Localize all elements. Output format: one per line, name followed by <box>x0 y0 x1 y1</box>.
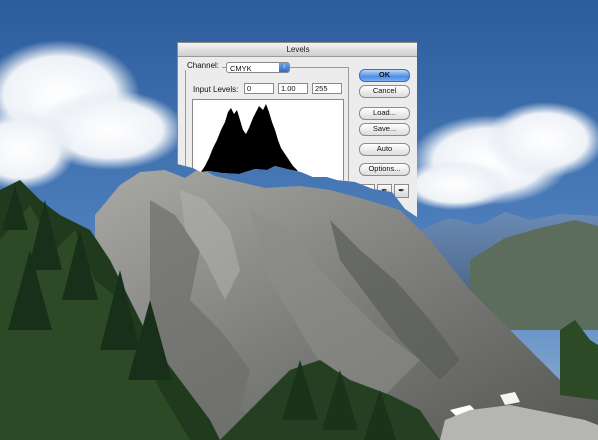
input-levels-label: Input Levels: <box>193 85 239 94</box>
cancel-button[interactable]: Cancel <box>359 85 410 98</box>
dialog-title: Levels <box>178 43 418 57</box>
channel-label: Channel: <box>184 61 222 70</box>
auto-button[interactable]: Auto <box>359 143 410 156</box>
white-point-eyedropper-icon[interactable]: ✒ <box>394 184 409 198</box>
up-down-arrows-icon: ↕ <box>279 63 289 72</box>
channel-select-value: CMYK <box>230 64 252 73</box>
input-level-gamma-field[interactable]: 1.00 <box>278 83 308 94</box>
load-button[interactable]: Load... <box>359 107 410 120</box>
channel-select[interactable]: CMYK ↕ <box>226 62 290 73</box>
options-button[interactable]: Options... <box>359 163 410 176</box>
input-level-white-field[interactable]: 255 <box>312 83 342 94</box>
save-button[interactable]: Save... <box>359 123 410 136</box>
ok-button[interactable]: OK <box>359 69 410 82</box>
input-level-black-field[interactable]: 0 <box>244 83 274 94</box>
